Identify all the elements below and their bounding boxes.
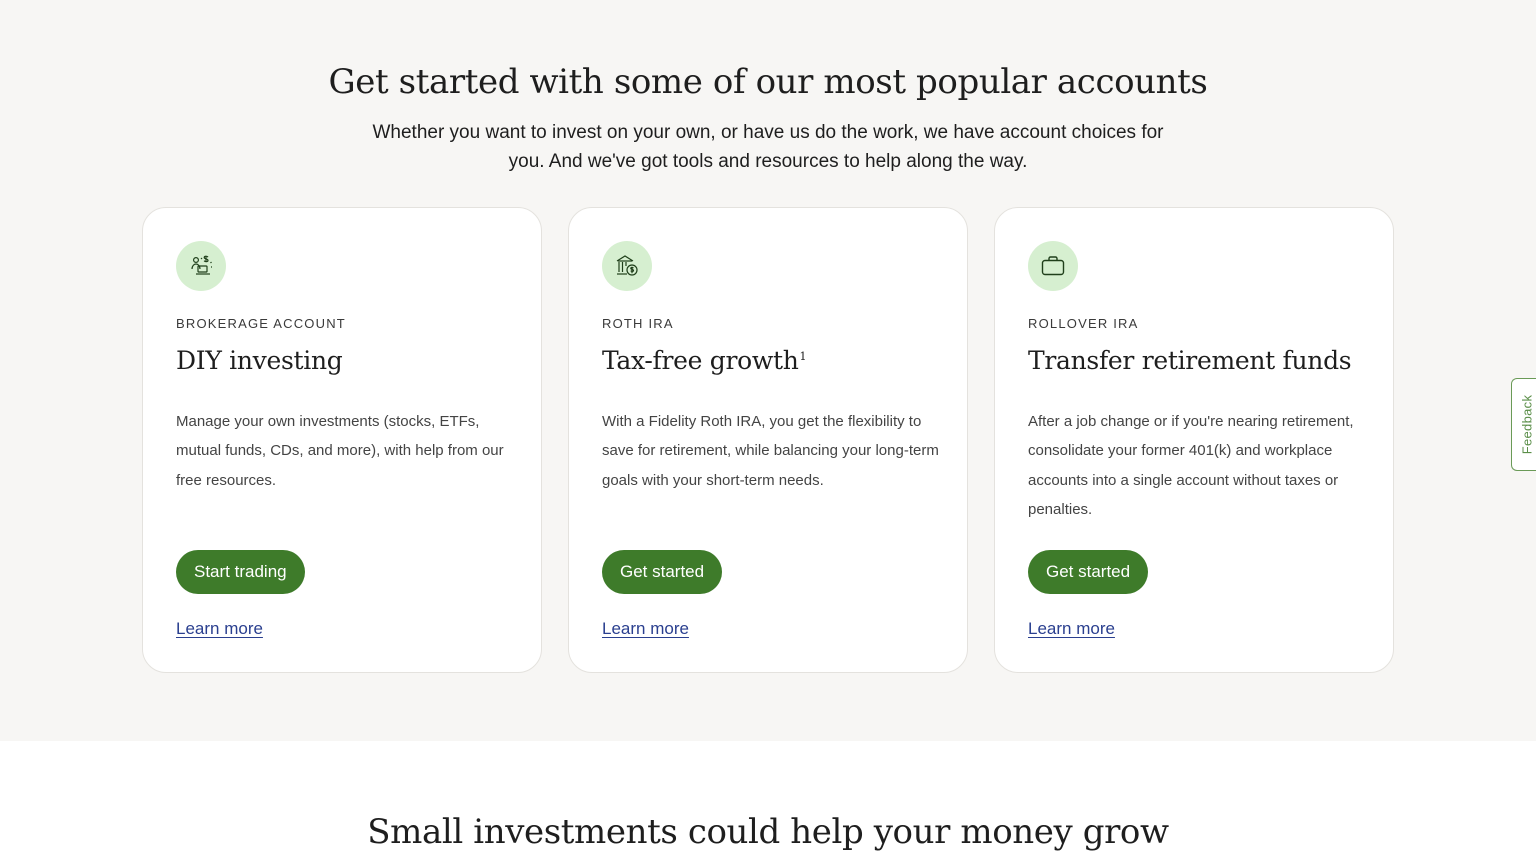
- bank-dollar-icon: [602, 241, 652, 291]
- feedback-tab[interactable]: Feedback: [1511, 378, 1536, 471]
- next-section-title: Small investments could help your money …: [367, 812, 1169, 852]
- card-eyebrow: ROLLOVER IRA: [1028, 316, 1139, 331]
- card-eyebrow: BROKERAGE ACCOUNT: [176, 316, 346, 331]
- learn-more-link[interactable]: Learn more: [176, 619, 263, 639]
- card-headline: DIY investing: [176, 346, 343, 375]
- account-card-rollover-ira: ROLLOVER IRA Transfer retirement funds A…: [994, 207, 1394, 673]
- card-headline: Tax-free growth1: [602, 346, 807, 375]
- start-trading-button[interactable]: Start trading: [176, 550, 305, 594]
- card-eyebrow: ROTH IRA: [602, 316, 674, 331]
- card-headline: Transfer retirement funds: [1028, 346, 1352, 375]
- learn-more-link[interactable]: Learn more: [1028, 619, 1115, 639]
- briefcase-icon: [1028, 241, 1078, 291]
- section-title: Get started with some of our most popula…: [328, 62, 1208, 102]
- account-card-brokerage: BROKERAGE ACCOUNT DIY investing Manage y…: [142, 207, 542, 673]
- section-subtitle: Whether you want to invest on your own, …: [372, 122, 1164, 172]
- card-description: With a Fidelity Roth IRA, you get the fl…: [602, 413, 939, 489]
- footnote-marker[interactable]: 1: [800, 350, 807, 363]
- card-description: Manage your own investments (stocks, ETF…: [176, 413, 504, 489]
- brokerage-icon: [176, 241, 226, 291]
- account-card-roth-ira: ROTH IRA Tax-free growth1 With a Fidelit…: [568, 207, 968, 673]
- feedback-label: Feedback: [1519, 394, 1534, 455]
- learn-more-link[interactable]: Learn more: [602, 619, 689, 639]
- card-description: After a job change or if you're nearing …: [1028, 413, 1354, 518]
- get-started-button[interactable]: Get started: [602, 550, 723, 594]
- get-started-button[interactable]: Get started: [1028, 550, 1149, 594]
